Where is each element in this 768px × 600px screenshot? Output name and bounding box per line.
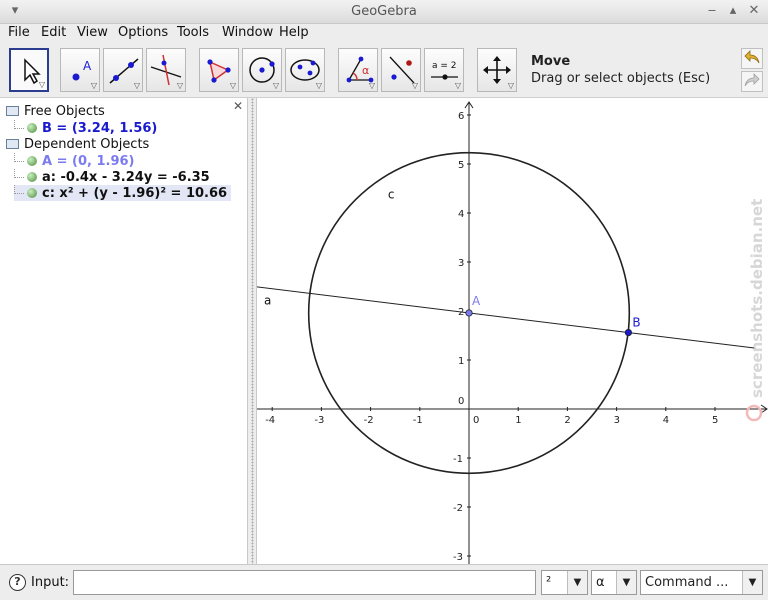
point-A-label: A	[472, 294, 481, 308]
input-bar: ? Input: ² ▼ α ▼ Command ... ▼	[0, 564, 768, 600]
angle-tool-button[interactable]: α ▽	[338, 48, 378, 92]
undo-icon	[744, 50, 760, 64]
folder-icon	[6, 139, 19, 149]
visibility-toggle-icon[interactable]	[27, 188, 37, 198]
menu-window[interactable]: Window	[222, 25, 273, 40]
line-tool-button[interactable]: ▽	[103, 48, 143, 92]
tool-name: Move	[531, 54, 571, 69]
input-label: Input:	[31, 575, 70, 590]
tool-description: Drag or select objects (Esc)	[531, 71, 711, 86]
menu-file[interactable]: File	[8, 25, 30, 40]
algebra-item-B[interactable]: B = (3.24, 1.56)	[14, 120, 157, 136]
help-icon[interactable]: ?	[9, 574, 26, 591]
algebra-item-c[interactable]: c: x² + (y - 1.96)² = 10.66	[14, 185, 232, 201]
line-a[interactable]	[252, 285, 755, 349]
conic-tool-button[interactable]: ▽	[285, 48, 325, 92]
perpendicular-tool-button[interactable]: ▽	[146, 48, 186, 92]
x-tick-label: 1	[515, 415, 521, 426]
circle-c-label: c	[388, 187, 395, 201]
graphics-canvas[interactable]: -4-3-2-1012345-3-2-10123456 a c A B scre…	[252, 98, 768, 564]
window-title: GeoGebra	[351, 4, 417, 19]
x-tick-label: -2	[364, 415, 374, 426]
graphics-view[interactable]: -4-3-2-1012345-3-2-10123456 a c A B scre…	[252, 98, 768, 564]
slider-tool-button[interactable]: a = 2 ▽	[424, 48, 464, 92]
point-tool-button[interactable]: A ▽	[60, 48, 100, 92]
dependent-objects-group[interactable]: Dependent Objects	[6, 137, 149, 152]
move-tool-button[interactable]: ▽	[9, 48, 49, 92]
visibility-toggle-icon[interactable]	[27, 172, 37, 182]
point-B[interactable]	[624, 328, 633, 337]
line-a-label: a	[264, 294, 271, 308]
algebra-item-A[interactable]: A = (0, 1.96)	[14, 153, 134, 169]
tool-info: Move Drag or select objects (Esc)	[531, 54, 710, 86]
menu-help[interactable]: Help	[279, 25, 309, 40]
superscript-combo[interactable]: ² ▼	[541, 570, 588, 595]
menu-view[interactable]: View	[77, 25, 108, 40]
coordinate-axes	[257, 101, 768, 564]
point-tool-label: A	[83, 59, 92, 73]
y-tick-label: -1	[453, 454, 463, 465]
menu-bar: File Edit View Options Tools Window Help	[0, 24, 768, 44]
maximize-button[interactable]: ▴	[724, 3, 742, 18]
visibility-toggle-icon[interactable]	[27, 156, 37, 166]
circle-tool-button[interactable]: ▽	[242, 48, 282, 92]
x-tick-label: 5	[712, 415, 718, 426]
y-tick-label: 1	[458, 356, 464, 367]
visibility-toggle-icon[interactable]	[27, 123, 37, 133]
point-A[interactable]	[465, 309, 473, 317]
point-B-label: B	[632, 316, 640, 330]
title-bar: ▾ GeoGebra ‒ ▴ ✕	[0, 0, 768, 24]
toolbar: ▽ A ▽ ▽ ▽ ▽ ▽ ▽ α ▽ ▽ a = 2 ▽ ▽ Move Dra…	[0, 44, 768, 98]
x-tick-label: -4	[265, 415, 275, 426]
command-combo[interactable]: Command ... ▼	[640, 570, 763, 595]
close-algebra-view-icon[interactable]: ✕	[233, 99, 243, 113]
x-tick-label: -1	[413, 415, 423, 426]
slider-tool-label: a = 2	[432, 61, 457, 71]
dependent-objects-label: Dependent Objects	[24, 137, 150, 152]
reflect-tool-button[interactable]: ▽	[381, 48, 421, 92]
y-tick-label: -3	[453, 552, 463, 563]
y-tick-label: 0	[458, 396, 464, 407]
undo-button[interactable]	[741, 48, 763, 69]
algebra-item-a[interactable]: a: -0.4x - 3.24y = -6.35	[14, 169, 210, 185]
y-tick-label: 5	[458, 160, 464, 171]
x-tick-label: 4	[663, 415, 669, 426]
redo-button[interactable]	[741, 71, 763, 92]
free-objects-label: Free Objects	[24, 104, 105, 119]
free-objects-group[interactable]: Free Objects	[6, 104, 105, 119]
menu-options[interactable]: Options	[118, 25, 168, 40]
close-window-button[interactable]: ✕	[745, 3, 763, 18]
angle-tool-label: α	[362, 64, 369, 77]
view-splitter[interactable]	[248, 98, 257, 564]
watermark: screenshots.debian.net	[748, 199, 766, 398]
folder-icon	[6, 106, 19, 116]
redo-icon	[744, 73, 760, 87]
algebra-view: ✕ Free Objects B = (3.24, 1.56) Dependen…	[0, 98, 248, 564]
x-tick-label: -3	[314, 415, 324, 426]
y-tick-label: 6	[458, 111, 464, 122]
x-tick-label: 3	[614, 415, 620, 426]
y-tick-label: 3	[458, 258, 464, 269]
menu-tools[interactable]: Tools	[177, 25, 209, 40]
chevron-down-icon[interactable]: ▼	[742, 571, 762, 594]
x-tick-label: 2	[564, 415, 570, 426]
y-tick-label: -2	[453, 503, 463, 514]
chevron-down-icon[interactable]: ▼	[567, 571, 587, 594]
minimize-button[interactable]: ‒	[703, 3, 721, 18]
greek-letters-combo[interactable]: α ▼	[591, 570, 637, 595]
polygon-tool-button[interactable]: ▽	[199, 48, 239, 92]
y-tick-label: 4	[458, 209, 464, 220]
x-tick-label: 0	[473, 415, 479, 426]
menu-edit[interactable]: Edit	[41, 25, 66, 40]
command-input[interactable]	[73, 570, 536, 595]
watermark-logo-icon	[745, 404, 763, 422]
move-graphics-tool-button[interactable]: ▽	[477, 48, 517, 92]
chevron-down-icon[interactable]: ▼	[616, 571, 636, 594]
